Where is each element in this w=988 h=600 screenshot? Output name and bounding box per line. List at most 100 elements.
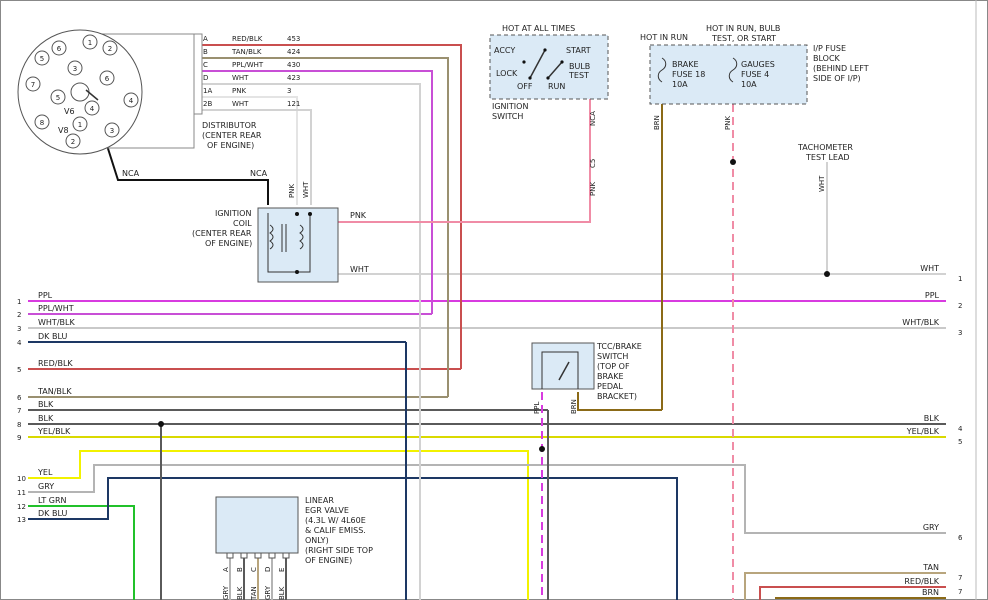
left-wire-color: BLK <box>38 400 54 409</box>
splice-wht <box>824 271 830 277</box>
distributor-pin-circuit: 121 <box>287 100 300 108</box>
fuse-brake-1: BRAKE <box>672 60 699 69</box>
switch-node-5 <box>560 60 564 64</box>
left-wire-color: GRY <box>38 482 54 491</box>
cap-terminal-number: 4 <box>90 105 95 113</box>
switch-accy: ACCY <box>494 46 515 55</box>
egr-pin-wire: BLK <box>278 586 286 600</box>
left-wire-color: DK BLU <box>38 509 67 518</box>
coil-wht-top: WHT <box>302 181 310 198</box>
tcc-brake-switch: TCC/BRAKE SWITCH (TOP OF BRAKE PEDAL BRA… <box>531 342 642 414</box>
tcc-label-1: TCC/BRAKE <box>596 342 642 351</box>
tach-wht: WHT <box>818 175 826 192</box>
switch-node-2 <box>528 76 532 80</box>
ip-fuse-block: HOT IN RUN HOT IN RUN, BULB TEST, OR STA… <box>640 24 869 130</box>
cap-terminal-number: 5 <box>56 94 60 102</box>
tcc-label-5: PEDAL <box>597 382 623 391</box>
distributor-pin-letter: C <box>203 61 208 69</box>
egr-pin-wire: TAN <box>250 586 258 600</box>
rotor <box>70 82 90 102</box>
coil-terminal-1 <box>295 212 299 216</box>
coil-label-4: OF ENGINE) <box>205 239 252 248</box>
left-wire-color: LT GRN <box>38 496 67 505</box>
tcc-label-6: BRACKET) <box>597 392 637 401</box>
v8-label: V8 <box>58 126 69 135</box>
right-wire-number: 6 <box>958 534 963 542</box>
splice-blk <box>158 421 164 427</box>
egr-box <box>215 496 299 554</box>
coil-wht-out: WHT <box>350 265 369 274</box>
wire-pnk-coil-switch <box>310 96 591 223</box>
nca-label-distributor: NCA <box>122 169 140 178</box>
left-wire-color: RED/BLK <box>38 359 73 368</box>
egr-pin-terminal <box>282 552 290 559</box>
cap-terminal-number: 3 <box>73 65 77 73</box>
egr-pin-terminal <box>226 552 234 559</box>
egr-label-5: ONLY) <box>305 536 329 545</box>
ignition-switch-c5: C5 <box>589 159 597 168</box>
cap-terminal-number: 2 <box>108 45 112 53</box>
tachometer-test-lead: TACHOMETER TEST LEAD WHT <box>797 143 853 192</box>
cap-terminal-number: 1 <box>78 121 82 129</box>
distributor-label-2: (CENTER REAR <box>202 131 262 140</box>
distributor-label-3: OF ENGINE) <box>207 141 254 150</box>
tcc-label-2: SWITCH <box>597 352 628 361</box>
coil-pnk-top: PNK <box>288 184 296 198</box>
cap-terminal-number: 2 <box>71 138 75 146</box>
egr-pin-terminal <box>268 552 276 559</box>
left-wire-number: 7 <box>17 407 21 415</box>
ignition-switch-nca: NCA <box>589 111 597 126</box>
right-wire-color: PPL <box>925 291 940 300</box>
left-wire-number: 11 <box>17 489 26 497</box>
distributor-pin-letter: D <box>203 74 208 82</box>
tcc-label-3: (TOP OF <box>597 362 630 371</box>
egr-label-7: OF ENGINE) <box>305 556 352 565</box>
wire-pnk-dist <box>200 96 298 205</box>
left-connector-labels: 1 PPL 2 PPL/WHT 3 WHT/BLK 4 DK BLU 5 RED/BLK 6 TAN/… <box>17 291 75 524</box>
distributor-pin-circuit: 423 <box>287 74 300 82</box>
coil-terminal-3 <box>295 270 299 274</box>
left-wire-color: YEL/BLK <box>37 427 71 436</box>
ignition-switch-label-1: IGNITION <box>492 102 528 111</box>
distributor-pin-color: PPL/WHT <box>232 61 264 69</box>
cap-terminal-number: 3 <box>110 127 114 135</box>
cap-terminal-number: 4 <box>129 97 134 105</box>
wiring-diagram: 16527483563412 V6 V8 A RED/BLK 453B TAN/BLK… <box>0 0 988 600</box>
switch-test: TEST <box>568 71 589 80</box>
egr-pin-letter: B <box>236 567 244 572</box>
coil-terminal-2 <box>308 212 312 216</box>
switch-node-3 <box>543 48 547 52</box>
wire-ltgrn-12 <box>28 505 135 600</box>
distributor-pin-circuit: 430 <box>287 61 300 69</box>
switch-node-1 <box>522 60 526 64</box>
coil-label-1: IGNITION <box>215 209 251 218</box>
egr-pin-wire: GRY <box>222 585 230 600</box>
egr-pin-letter: A <box>222 567 230 572</box>
distributor: 16527483563412 V6 V8 A RED/BLK 453B TAN/BLK… <box>17 29 301 155</box>
distributor-label-1: DISTRIBUTOR <box>202 121 257 130</box>
cap-terminal-number: 7 <box>31 81 35 89</box>
fuse-brn: BRN <box>653 115 661 130</box>
egr-pin-wire: GRY <box>264 585 272 600</box>
distributor-connector <box>193 33 203 115</box>
switch-off: OFF <box>517 82 533 91</box>
switch-lock: LOCK <box>496 69 518 78</box>
left-wire-color: BLK <box>38 414 54 423</box>
hot-at-all-times: HOT AT ALL TIMES <box>502 24 575 33</box>
left-wire-color: WHT/BLK <box>38 318 75 327</box>
ignition-switch-label-2: SWITCH <box>492 112 523 121</box>
right-wire-number: 5 <box>958 438 962 446</box>
fuse-block-label-2: BLOCK <box>813 54 841 63</box>
tcc-brn: BRN <box>570 399 578 414</box>
right-wire-color: GRY <box>923 523 939 532</box>
egr-label-2: EGR VALVE <box>305 506 349 515</box>
egr-label-6: (RIGHT SIDE TOP <box>305 546 373 555</box>
ignition-coil: IGNITION COIL (CENTER REAR OF ENGINE) PN… <box>192 181 369 283</box>
wire-dkblu-13 <box>28 477 678 600</box>
coil-label-3: (CENTER REAR <box>192 229 252 238</box>
distributor-pin-letter: B <box>203 48 208 56</box>
splice-pnk <box>730 159 736 165</box>
right-wire-number: 4 <box>958 425 963 433</box>
distributor-pin-color: TAN/BLK <box>231 48 262 56</box>
left-wire-number: 5 <box>17 366 21 374</box>
